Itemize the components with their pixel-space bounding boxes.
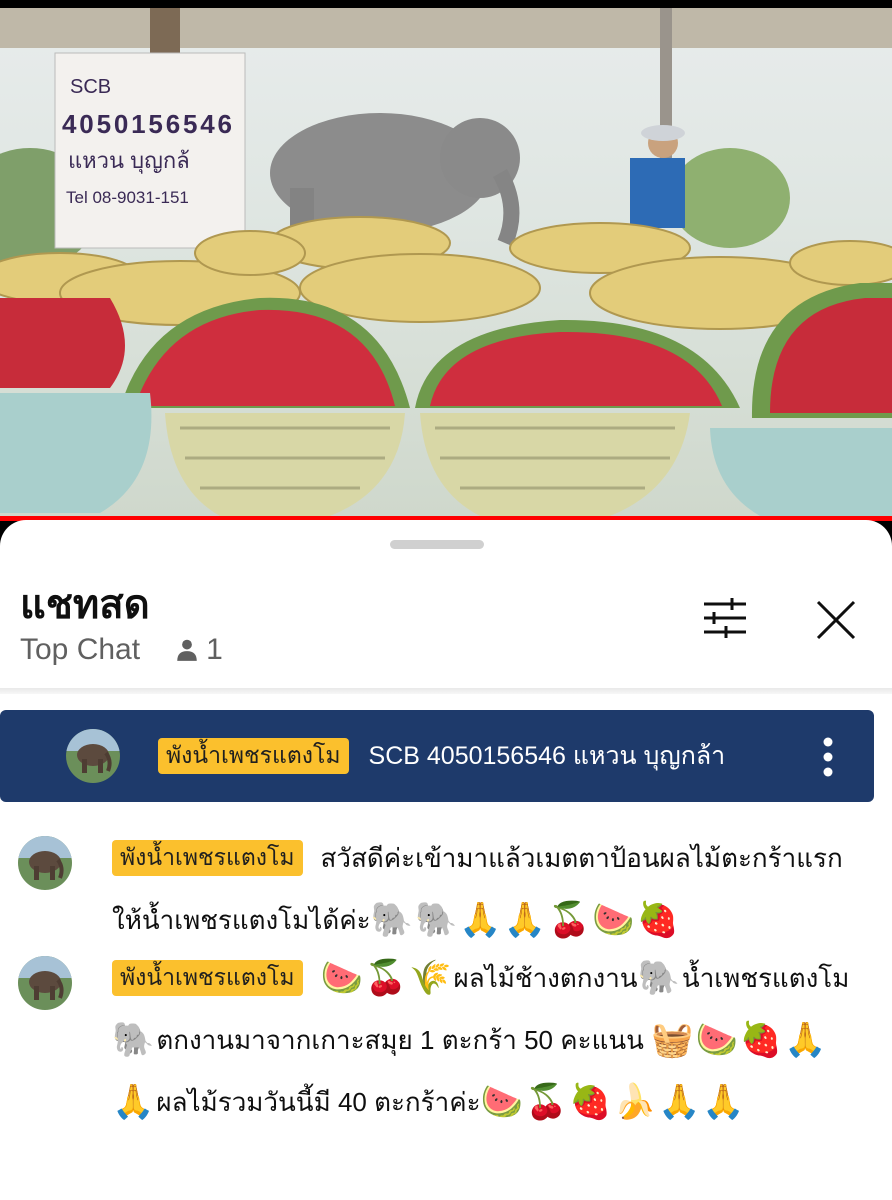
author-chip[interactable]: พังน้ำเพชรแตงโม: [112, 960, 303, 996]
sign-line-3: แหวน บุญกล้: [68, 148, 190, 174]
message-body: พังน้ำเพชรแตงโม สวัสดีค่ะเข้ามาแล้วเมตตาป…: [112, 826, 852, 950]
pinned-text: SCB 4050156546 แหวน บุญกล้า: [368, 742, 726, 770]
chat-title: แชทสด: [20, 583, 150, 627]
chat-subheader: Top Chat 1: [20, 633, 223, 667]
author-chip[interactable]: พังน้ำเพชรแตงโม: [158, 738, 349, 774]
filter-button[interactable]: [700, 598, 750, 640]
close-button[interactable]: [812, 596, 860, 644]
message-emoji: 🐘: [112, 1021, 157, 1060]
message-emoji: 🐘: [637, 959, 682, 998]
more-menu-button[interactable]: [818, 736, 838, 778]
chat-mode-selector[interactable]: Top Chat: [20, 633, 140, 667]
message-text: ตกงานมาจากเกาะสมุย 1 ตะกร้า 50 คะแนน: [156, 1025, 644, 1056]
sign-line-1: SCB: [70, 76, 111, 98]
video-frame-image: SCB 4050156546 แหวน บุญกล้ Tel 08-9031-1…: [0, 8, 892, 516]
live-chat-panel: แชทสด Top Chat 1 พังน้ำเพชรแตงโม SCB 405…: [0, 520, 892, 1200]
author-chip[interactable]: พังน้ำเพชรแตงโม: [112, 840, 303, 876]
viewer-count-value: 1: [206, 633, 223, 666]
avatar: [66, 729, 120, 783]
header-divider: [0, 688, 892, 694]
message-emojis: 🍉🍒🍓🍌🙏🙏: [480, 1083, 747, 1122]
sliders-icon: [704, 598, 746, 638]
sign-line-4: Tel 08-9031-151: [66, 188, 189, 207]
message-text: ผลไม้ช้างตกงาน: [453, 963, 638, 994]
pinned-message[interactable]: พังน้ำเพชรแตงโม SCB 4050156546 แหวน บุญก…: [0, 710, 874, 802]
message-emojis: 🐘🐘🙏🙏🍒🍉🍓: [370, 901, 681, 940]
message-emojis: 🍉🍒🌾: [320, 959, 454, 998]
message-text: ผลไม้รวมวันนี้มี 40 ตะกร้าค่ะ: [156, 1087, 481, 1118]
message-text: น้ำเพชรแตงโม: [681, 963, 850, 994]
person-icon: [177, 639, 197, 661]
avatar: [18, 956, 72, 1010]
avatar: [18, 836, 72, 890]
message-body: พังน้ำเพชรแตงโม 🍉🍒🌾ผลไม้ช้างตกงาน🐘น้ำเพชร…: [112, 946, 852, 1132]
close-icon: [816, 600, 856, 640]
more-vertical-icon: [823, 737, 833, 777]
video-player[interactable]: SCB 4050156546 แหวน บุญกล้ Tel 08-9031-1…: [0, 8, 892, 516]
drag-handle[interactable]: [390, 540, 484, 549]
viewer-count: 1: [174, 633, 223, 667]
